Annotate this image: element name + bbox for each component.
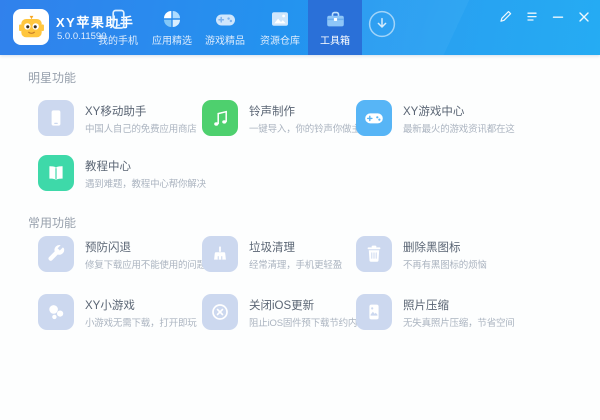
feature-desc: 最新最火的游戏资讯都在这 [403,121,515,135]
feature-title: 关闭iOS更新 [249,297,314,313]
feature-ringtone-maker[interactable]: 铃声制作 一键导入，你的铃声你做主 [202,100,360,138]
section-title-common-features: 常用功能 [28,214,76,231]
feature-delete-black-icons[interactable]: 删除黑图标 不再有黑图标的烦恼 [356,236,514,274]
feature-xy-game-center[interactable]: XY游戏中心 最新最火的游戏资讯都在这 [356,100,514,138]
tab-label: 游戏精品 [198,32,252,47]
feature-photo-compress[interactable]: 照片压缩 无失真照片压缩，节省空间 [356,294,514,332]
tab-label: 资源仓库 [253,32,307,47]
feature-title: 垃圾清理 [249,239,295,255]
gamepad-icon [198,8,252,30]
feature-title: XY移动助手 [85,103,146,119]
tab-app-picks[interactable]: 应用精选 [145,0,199,55]
feature-desc: 小游戏无需下载，打开即玩 [85,315,197,329]
block-update-icon [202,294,238,330]
close-button[interactable] [575,8,592,25]
feature-desc: 不再有黑图标的烦恼 [403,257,487,271]
feature-title: 预防闪退 [85,239,131,255]
feature-title: 铃声制作 [249,103,295,119]
feature-desc: 阻止iOS固件预下载节约内存 [249,315,367,329]
feature-xy-minigames[interactable]: XY小游戏 小游戏无需下载，打开即玩 [38,294,196,332]
feedback-icon[interactable] [497,8,514,25]
feature-desc: 中国人自己的免费应用商店 [85,121,197,135]
toolbox-icon [308,8,362,30]
feature-title: 照片压缩 [403,297,449,313]
feature-title: XY游戏中心 [403,103,464,119]
trash-icon [356,236,392,272]
section-title-star-features: 明星功能 [28,69,76,86]
bubbles-icon [38,294,74,330]
game-center-icon [356,100,392,136]
download-manager-button[interactable] [368,10,396,38]
feature-tutorial-center[interactable]: 教程中心 遇到难题，教程中心帮你解决 [38,155,196,193]
apps-icon [145,8,199,30]
titlebar: XY苹果助手 5.0.0.11590 我的手机 应用精选 [0,0,600,55]
feature-close-ios-update[interactable]: 关闭iOS更新 阻止iOS固件预下载节约内存 [202,294,360,332]
feature-junk-clean[interactable]: 垃圾清理 经常清理，手机更轻盈 [202,236,360,274]
feature-desc: 无失真照片压缩，节省空间 [403,315,515,329]
feature-crash-prevention[interactable]: 预防闪退 修复下载应用不能使用的问题 [38,236,196,274]
feature-desc: 修复下载应用不能使用的问题 [85,257,206,271]
tab-my-phone[interactable]: 我的手机 [91,0,145,55]
book-icon [38,155,74,191]
toolbox-panel: 明星功能 XY移动助手 中国人自己的免费应用商店 铃声制作 一键导入，你的铃声你… [0,55,600,420]
tab-label: 应用精选 [145,32,199,47]
resources-icon [253,8,307,30]
photo-icon [356,294,392,330]
window-controls [497,8,592,25]
tab-game-picks[interactable]: 游戏精品 [198,0,252,55]
feature-xy-mobile-assistant[interactable]: XY移动助手 中国人自己的免费应用商店 [38,100,196,138]
menu-icon[interactable] [523,8,540,25]
tab-toolbox[interactable]: 工具箱 [308,0,362,55]
music-note-icon [202,100,238,136]
tab-label: 我的手机 [91,32,145,47]
phone-store-icon [38,100,74,136]
feature-desc: 一键导入，你的铃声你做主 [249,121,361,135]
feature-title: XY小游戏 [85,297,135,313]
feature-title: 删除黑图标 [403,239,461,255]
phone-icon [91,8,145,30]
wrench-icon [38,236,74,272]
tab-label: 工具箱 [308,32,362,47]
feature-desc: 遇到难题，教程中心帮你解决 [85,176,206,190]
minimize-button[interactable] [549,8,566,25]
app-logo-icon [13,9,49,45]
feature-title: 教程中心 [85,158,131,174]
feature-desc: 经常清理，手机更轻盈 [249,257,342,271]
broom-icon [202,236,238,272]
tab-resource-store[interactable]: 资源仓库 [253,0,307,55]
